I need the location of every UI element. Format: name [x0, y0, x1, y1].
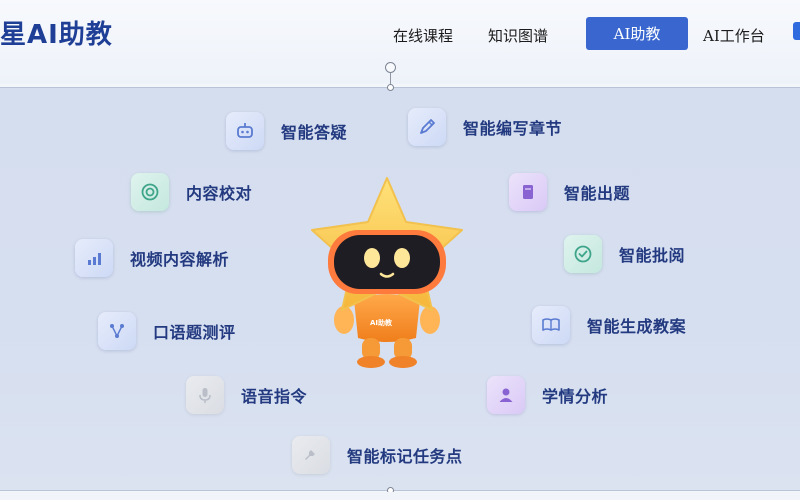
resize-handle-top[interactable] [387, 84, 394, 91]
mascot-badge: AI助教 [370, 319, 393, 327]
feature-label: 智能批阅 [619, 246, 686, 265]
robot-icon [226, 112, 264, 150]
feature-voice-command[interactable]: 语音指令 [186, 375, 307, 415]
feature-label: 智能答疑 [281, 123, 348, 142]
feature-smart-qa[interactable]: 智能答疑 [226, 111, 347, 151]
bar-chart-icon [75, 239, 113, 277]
nav-ai-assistant[interactable]: AI助教 [586, 17, 688, 50]
nav-ai-workbench[interactable]: AI工作台 [703, 25, 765, 46]
feature-label: 智能标记任务点 [347, 447, 463, 466]
feature-lesson-plan-gen[interactable]: 智能生成教案 [532, 305, 686, 345]
feature-oral-assessment[interactable]: 口语题测评 [98, 311, 236, 351]
feature-task-point-marking[interactable]: 智能标记任务点 [292, 435, 463, 475]
rotate-handle[interactable] [385, 62, 396, 73]
pen-icon [408, 108, 446, 146]
feature-label: 视频内容解析 [130, 250, 230, 269]
target-icon [131, 173, 169, 211]
user-icon [487, 376, 525, 414]
feature-smart-grading[interactable]: 智能批阅 [564, 234, 685, 274]
open-book-icon [532, 306, 570, 344]
user-menu-icon[interactable] [793, 22, 800, 40]
feature-smart-chapter-writing[interactable]: 智能编写章节 [408, 107, 562, 147]
feature-label: 语音指令 [241, 387, 308, 406]
nav-online-courses[interactable]: 在线课程 [393, 25, 453, 46]
top-header: 星AI助教 在线课程 知识图谱 AI助教 AI工作台 [0, 0, 800, 84]
pin-icon [292, 436, 330, 474]
ai-assistant-mascot[interactable]: AI助教 [292, 170, 482, 370]
feature-content-proofreading[interactable]: 内容校对 [131, 172, 252, 212]
feature-learning-analytics[interactable]: 学情分析 [487, 375, 608, 415]
microphone-icon [186, 376, 224, 414]
network-icon [98, 312, 136, 350]
feature-label: 智能生成教案 [587, 317, 687, 336]
bottom-strip [0, 492, 800, 500]
feature-video-analysis[interactable]: 视频内容解析 [75, 238, 229, 278]
book-icon [509, 173, 547, 211]
feature-label: 智能出题 [564, 184, 631, 203]
feature-label: 学情分析 [542, 387, 609, 406]
app-brand-title[interactable]: 星AI助教 [0, 14, 113, 51]
feature-label: 智能编写章节 [463, 119, 563, 138]
feature-smart-question-gen[interactable]: 智能出题 [509, 172, 630, 212]
check-icon [564, 235, 602, 273]
feature-label: 内容校对 [186, 184, 253, 203]
nav-knowledge-graph[interactable]: 知识图谱 [488, 25, 548, 46]
feature-label: 口语题测评 [153, 323, 236, 342]
